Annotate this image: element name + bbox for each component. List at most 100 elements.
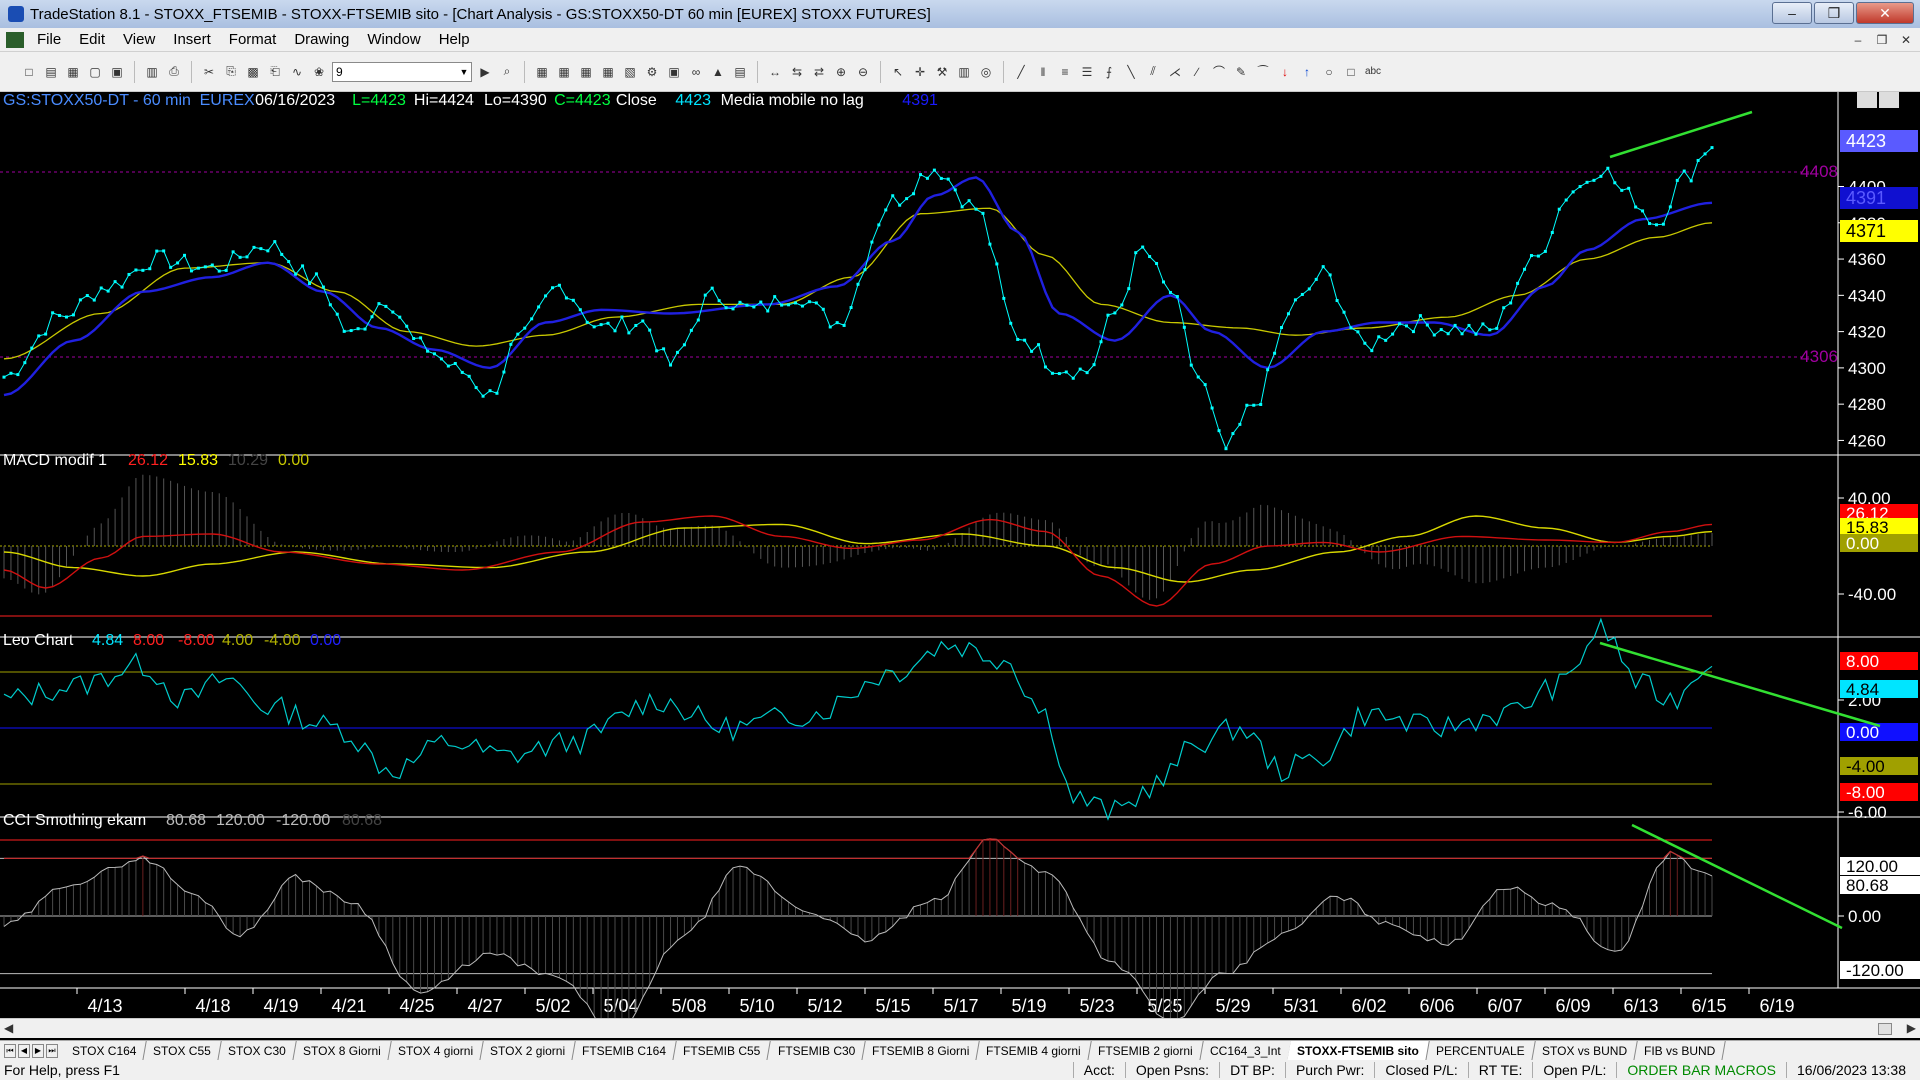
channel-icon[interactable]: ☰ xyxy=(1078,63,1096,81)
grid-2-icon[interactable]: ▦ xyxy=(555,63,573,81)
save-icon[interactable]: ▣ xyxy=(108,63,126,81)
workspace-tab[interactable]: FTSEMIB C55 xyxy=(673,1040,772,1061)
vertical-lines-icon[interactable]: ‖ xyxy=(1034,63,1052,81)
trendline-icon[interactable]: ╱ xyxy=(1012,63,1030,81)
option-icon[interactable]: ◎ xyxy=(977,63,995,81)
horizontal-scrollbar[interactable]: ◀ ▶ xyxy=(0,1018,1920,1038)
price-axis-label: 4300 xyxy=(1848,359,1886,378)
curve-icon[interactable]: ⁀ xyxy=(1254,63,1272,81)
print-preview-icon[interactable]: ▥ xyxy=(143,63,161,81)
bar-compress-icon[interactable]: ⇆ xyxy=(788,63,806,81)
workspace-tab[interactable]: STOX 8 Giorni xyxy=(293,1040,392,1061)
workspace-tab[interactable]: STOX 4 giorni xyxy=(388,1040,484,1061)
workspace-tab[interactable]: CC164_3_Int xyxy=(1199,1040,1292,1061)
gann-icon[interactable]: ╲ xyxy=(1122,63,1140,81)
alert-icon[interactable]: ▲ xyxy=(709,63,727,81)
andrews-icon[interactable]: ⋌ xyxy=(1166,63,1184,81)
zoom-out-icon[interactable]: ⊖ xyxy=(854,63,872,81)
search-icon[interactable]: ⌕ xyxy=(498,63,516,81)
close-button[interactable]: ✕ xyxy=(1856,2,1914,24)
mdi-minimize-button[interactable]: – xyxy=(1848,31,1868,49)
copy-icon[interactable]: ⎘ xyxy=(222,63,240,81)
mdi-restore-button[interactable]: ❒ xyxy=(1872,31,1892,49)
lock-icon[interactable]: ▩ xyxy=(244,63,262,81)
workspace-tab[interactable]: FTSEMIB 8 Giorni xyxy=(862,1040,981,1061)
data-window-icon[interactable]: ▤ xyxy=(731,63,749,81)
workspace-tab[interactable]: FIB vs BUND xyxy=(1634,1040,1727,1061)
regression-icon[interactable]: ∕ xyxy=(1188,63,1206,81)
fibonacci-icon[interactable]: ⨍ xyxy=(1100,63,1118,81)
text-icon[interactable]: abc xyxy=(1364,63,1382,81)
grid-3-icon[interactable]: ▦ xyxy=(577,63,595,81)
workspace-tab-label: STOX 4 giorni xyxy=(397,1043,474,1058)
bar-spacing-icon[interactable]: ↔ xyxy=(766,63,784,81)
mdi-close-button[interactable]: ✕ xyxy=(1896,31,1916,49)
go-arrow-icon[interactable]: ▶ xyxy=(476,63,494,81)
tools-icon[interactable]: ⚒ xyxy=(933,63,951,81)
tab-prev-icon[interactable]: ◀ xyxy=(18,1043,30,1058)
cut-icon[interactable]: ✂ xyxy=(200,63,218,81)
menu-format[interactable]: Format xyxy=(220,31,286,48)
chart-analysis-window[interactable]: 4400438043604340432043004280426044234391… xyxy=(0,90,1920,1039)
pencil-icon[interactable]: ✎ xyxy=(1232,63,1250,81)
order-icon[interactable]: ▥ xyxy=(955,63,973,81)
grid-4-icon[interactable]: ▦ xyxy=(599,63,617,81)
bar-expand-icon[interactable]: ⇄ xyxy=(810,63,828,81)
chart-document-icon[interactable] xyxy=(6,31,24,48)
horizontal-lines-icon[interactable]: ≡ xyxy=(1056,63,1074,81)
scroll-right-icon[interactable]: ▶ xyxy=(1907,1021,1916,1035)
grid-1-icon[interactable]: ▦ xyxy=(533,63,551,81)
workspace-tab[interactable]: STOXX-FTSEMIB sito xyxy=(1287,1040,1431,1061)
chart-window-icon[interactable]: ▧ xyxy=(621,63,639,81)
menu-edit[interactable]: Edit xyxy=(70,31,114,48)
workspace-tab[interactable]: STOX vs BUND xyxy=(1532,1040,1638,1061)
ellipse-icon[interactable]: ○ xyxy=(1320,63,1338,81)
tab-next-icon[interactable]: ▶ xyxy=(32,1043,44,1058)
menu-view[interactable]: View xyxy=(114,31,164,48)
workspace-tab[interactable]: FTSEMIB C30 xyxy=(767,1040,866,1061)
arc-icon[interactable]: ⌒ xyxy=(1210,63,1228,81)
menu-window[interactable]: Window xyxy=(358,31,429,48)
menu-help[interactable]: Help xyxy=(430,31,479,48)
scroll-thumb[interactable] xyxy=(1878,1023,1892,1035)
open-folder-icon[interactable]: ▤ xyxy=(42,63,60,81)
settings-icon[interactable]: ⚙ xyxy=(643,63,661,81)
menu-file[interactable]: File xyxy=(28,31,70,48)
open-workspace-icon[interactable]: ▦ xyxy=(64,63,82,81)
order-bar-macros[interactable]: ORDER BAR MACROS xyxy=(1616,1062,1786,1078)
pane-restore-button xyxy=(1879,90,1899,108)
menu-drawing[interactable]: Drawing xyxy=(285,31,358,48)
price-close-dot xyxy=(1536,254,1540,258)
arrow-down-icon[interactable]: ↓ xyxy=(1276,63,1294,81)
paste-icon[interactable]: ⎗ xyxy=(266,63,284,81)
tab-first-icon[interactable]: ⏮ xyxy=(4,1043,16,1058)
symbol-combo[interactable]: 9 ▼ xyxy=(332,61,472,82)
zoom-in-icon[interactable]: ⊕ xyxy=(832,63,850,81)
link-icon[interactable]: ∞ xyxy=(687,63,705,81)
chart-canvas[interactable]: 4400438043604340432043004280426044234391… xyxy=(0,90,1920,1039)
minimize-button[interactable]: – xyxy=(1772,2,1812,24)
print-icon[interactable]: ⎙ xyxy=(165,63,183,81)
workspace-tab[interactable]: STOX C30 xyxy=(218,1040,297,1061)
workspace-tab[interactable]: STOX C55 xyxy=(143,1040,223,1061)
menu-insert[interactable]: Insert xyxy=(164,31,220,48)
arrow-up-icon[interactable]: ↑ xyxy=(1298,63,1316,81)
maximize-button[interactable]: ❒ xyxy=(1814,2,1854,24)
pointer-icon[interactable]: ↖ xyxy=(889,63,907,81)
crosshair-icon[interactable]: ✛ xyxy=(911,63,929,81)
new-file-icon[interactable]: □ xyxy=(20,63,38,81)
new-window-icon[interactable]: ▢ xyxy=(86,63,104,81)
strategy-icon[interactable]: ❀ xyxy=(310,63,328,81)
speed-lines-icon[interactable]: ⫽ xyxy=(1144,63,1162,81)
symbol-icon[interactable]: ▣ xyxy=(665,63,683,81)
tab-last-icon[interactable]: ⏭ xyxy=(46,1043,58,1058)
scroll-left-icon[interactable]: ◀ xyxy=(4,1021,13,1035)
workspace-tab[interactable]: PERCENTUALE xyxy=(1426,1040,1536,1061)
workspace-tab[interactable]: FTSEMIB C164 xyxy=(572,1040,678,1061)
workspace-tab[interactable]: FTSEMIB 4 giorni xyxy=(976,1040,1092,1061)
workspace-tab[interactable]: STOX 2 giorni xyxy=(480,1040,576,1061)
workspace-tab[interactable]: FTSEMIB 2 giorni xyxy=(1088,1040,1204,1061)
rectangle-icon[interactable]: □ xyxy=(1342,63,1360,81)
workspace-tab[interactable]: STOX C164 xyxy=(62,1040,148,1061)
indicator-icon[interactable]: ∿ xyxy=(288,63,306,81)
